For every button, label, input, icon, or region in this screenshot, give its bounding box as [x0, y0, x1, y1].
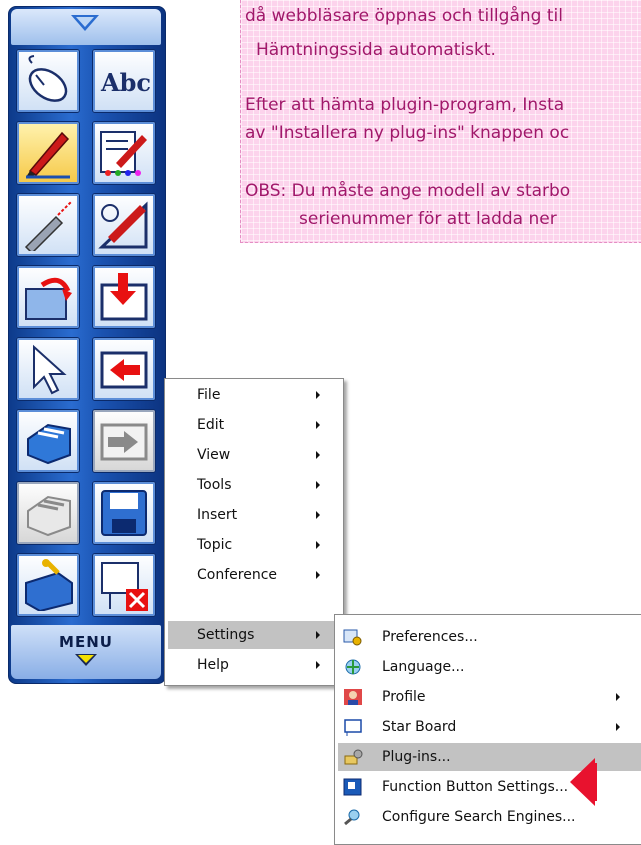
- plugins-icon: [344, 749, 363, 765]
- submenu-arrow-icon: [316, 391, 320, 399]
- note-line: OBS: Du måste ange modell av starbo: [245, 181, 571, 201]
- submenu-arrow-icon: [316, 511, 320, 519]
- menu-item-label: Function Button Settings...: [382, 779, 569, 795]
- menu-item-conference[interactable]: Conference: [168, 561, 340, 589]
- menu-item-label: View: [197, 447, 231, 463]
- menu-item-label: Conference: [197, 567, 278, 583]
- menu-item-file[interactable]: File: [168, 381, 340, 409]
- menu-item-insert[interactable]: Insert: [168, 501, 340, 529]
- submenu-arrow-icon: [316, 421, 320, 429]
- menu-item-label: Preferences...: [382, 629, 478, 645]
- note-line: då webbläsare öppnas och tillgång til: [245, 6, 563, 26]
- menu-item-help[interactable]: Help: [168, 651, 340, 679]
- submenu-arrow-icon: [316, 451, 320, 459]
- ruler-pen-icon: [98, 201, 148, 249]
- pen-tool-button[interactable]: [16, 121, 80, 185]
- import-icon: [100, 273, 148, 321]
- note-line: Hämtningssida automatiskt.: [256, 40, 496, 60]
- instruction-note: då webbläsare öppnas och tillgång til Hä…: [240, 0, 641, 243]
- menu-item-label: Tools: [197, 477, 232, 493]
- settings-submenu: Preferences... Language... Profile Star …: [334, 614, 641, 845]
- submenu-arrow-icon: [316, 481, 320, 489]
- open-file-button[interactable]: [16, 265, 80, 329]
- toolbar-menu-button[interactable]: MENU: [11, 625, 161, 679]
- import-button[interactable]: [92, 265, 156, 329]
- menu-item-label: Plug-ins...: [382, 749, 451, 765]
- language-icon: [345, 659, 361, 675]
- abc-text: Abc: [100, 68, 150, 97]
- menu-item-preferences[interactable]: Preferences...: [338, 623, 641, 651]
- menu-item-topic[interactable]: Topic: [168, 531, 340, 559]
- save-disk-icon: [101, 490, 147, 536]
- menu-item-label: Topic: [197, 537, 233, 553]
- menu-item-label: File: [197, 387, 221, 403]
- profile-icon: [344, 689, 362, 705]
- function-button-icon: [343, 778, 362, 796]
- next-page-button[interactable]: [92, 409, 156, 473]
- menu-item-settings[interactable]: Settings: [168, 621, 340, 649]
- menu-item-label: Settings: [197, 627, 255, 643]
- chevron-down-icon: [75, 654, 97, 666]
- previous-page-button[interactable]: [92, 337, 156, 401]
- close-board-icon: [101, 562, 148, 611]
- submenu-arrow-icon: [316, 571, 320, 579]
- submenu-arrow-icon: [316, 661, 320, 669]
- forward-arrow-icon: [100, 423, 148, 461]
- submenu-arrow-icon: [316, 631, 320, 639]
- menu-item-configure-search-engines[interactable]: Configure Search Engines...: [338, 803, 641, 831]
- menu-item-view[interactable]: View: [168, 441, 340, 469]
- text-tool-button[interactable]: Abc: [92, 49, 156, 113]
- cursor-arrow-icon: [33, 344, 67, 395]
- save-button[interactable]: [92, 481, 156, 545]
- menu-item-label: Configure Search Engines...: [382, 809, 576, 825]
- preferences-icon: [343, 629, 362, 646]
- starboard-toolbar: Abc MENU: [8, 6, 166, 684]
- note-line: av "Installera ny plug-ins" knappen oc: [245, 123, 570, 143]
- menu-item-label: Edit: [197, 417, 225, 433]
- menu-item-label: Star Board: [382, 719, 457, 735]
- pages-icon: [27, 423, 71, 465]
- laser-pointer-icon: [24, 200, 73, 251]
- menu-item-tools[interactable]: Tools: [168, 471, 340, 499]
- chevron-down-icon: [71, 15, 99, 31]
- search-engines-icon: [344, 809, 360, 826]
- menu-item-profile[interactable]: Profile: [338, 683, 641, 711]
- submenu-arrow-icon: [616, 723, 620, 731]
- pen-settings-button[interactable]: [92, 121, 156, 185]
- toolbox-icon: [25, 559, 73, 611]
- abc-text-icon: Abc: [100, 68, 150, 97]
- starboard-icon: [344, 719, 362, 736]
- mouse-icon: [28, 55, 68, 102]
- menu-item-label: Profile: [382, 689, 426, 705]
- laser-pointer-button[interactable]: [16, 193, 80, 257]
- select-cursor-button[interactable]: [16, 337, 80, 401]
- close-board-button[interactable]: [92, 553, 156, 617]
- note-line: Efter att hämta plugin-program, Insta: [245, 95, 565, 115]
- menu-item-label: Insert: [197, 507, 238, 523]
- menu-item-star-board[interactable]: Star Board: [338, 713, 641, 741]
- pen-settings-icon: [100, 131, 147, 176]
- pages-button[interactable]: [16, 409, 80, 473]
- gray-pages-icon: [27, 495, 71, 537]
- toolbox-button[interactable]: [16, 553, 80, 617]
- pen-icon: [26, 131, 70, 179]
- ruler-pen-button[interactable]: [92, 193, 156, 257]
- red-pointer-arrow-shaft: [592, 763, 597, 801]
- mouse-tool-button[interactable]: [16, 49, 80, 113]
- menu-label: MENU: [59, 633, 113, 651]
- submenu-arrow-icon: [616, 693, 620, 701]
- back-arrow-icon: [100, 351, 148, 389]
- pages-gray-button[interactable]: [16, 481, 80, 545]
- collapse-toolbar-button[interactable]: [11, 9, 161, 45]
- menu-item-edit[interactable]: Edit: [168, 411, 340, 439]
- menu-item-language[interactable]: Language...: [338, 653, 641, 681]
- note-line: serienummer för att ladda ner: [299, 209, 557, 229]
- open-folder-icon: [25, 277, 72, 320]
- main-context-menu: File Edit View Tools Insert Topic Confer…: [164, 378, 344, 686]
- menu-item-label: Help: [197, 657, 229, 673]
- menu-item-label: Language...: [382, 659, 465, 675]
- submenu-arrow-icon: [316, 541, 320, 549]
